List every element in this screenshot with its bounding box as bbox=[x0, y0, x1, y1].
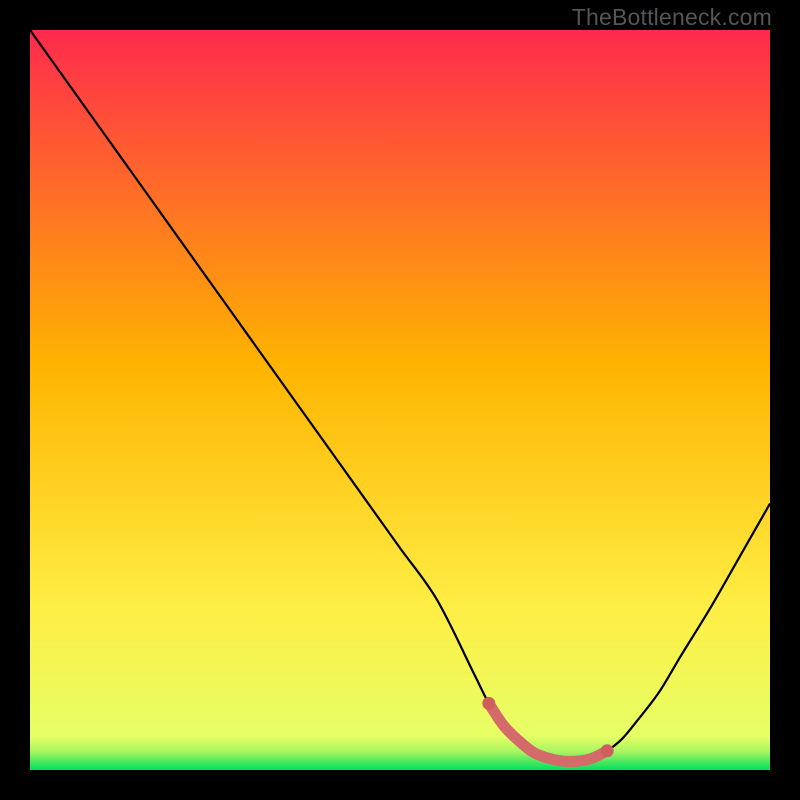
gradient-background bbox=[30, 30, 770, 770]
plot-area bbox=[30, 30, 770, 770]
watermark-text: TheBottleneck.com bbox=[572, 4, 772, 31]
chart-svg bbox=[30, 30, 770, 770]
chart-frame: TheBottleneck.com bbox=[0, 0, 800, 800]
optimal-end-dot bbox=[601, 744, 614, 757]
optimal-start-dot bbox=[482, 697, 495, 710]
